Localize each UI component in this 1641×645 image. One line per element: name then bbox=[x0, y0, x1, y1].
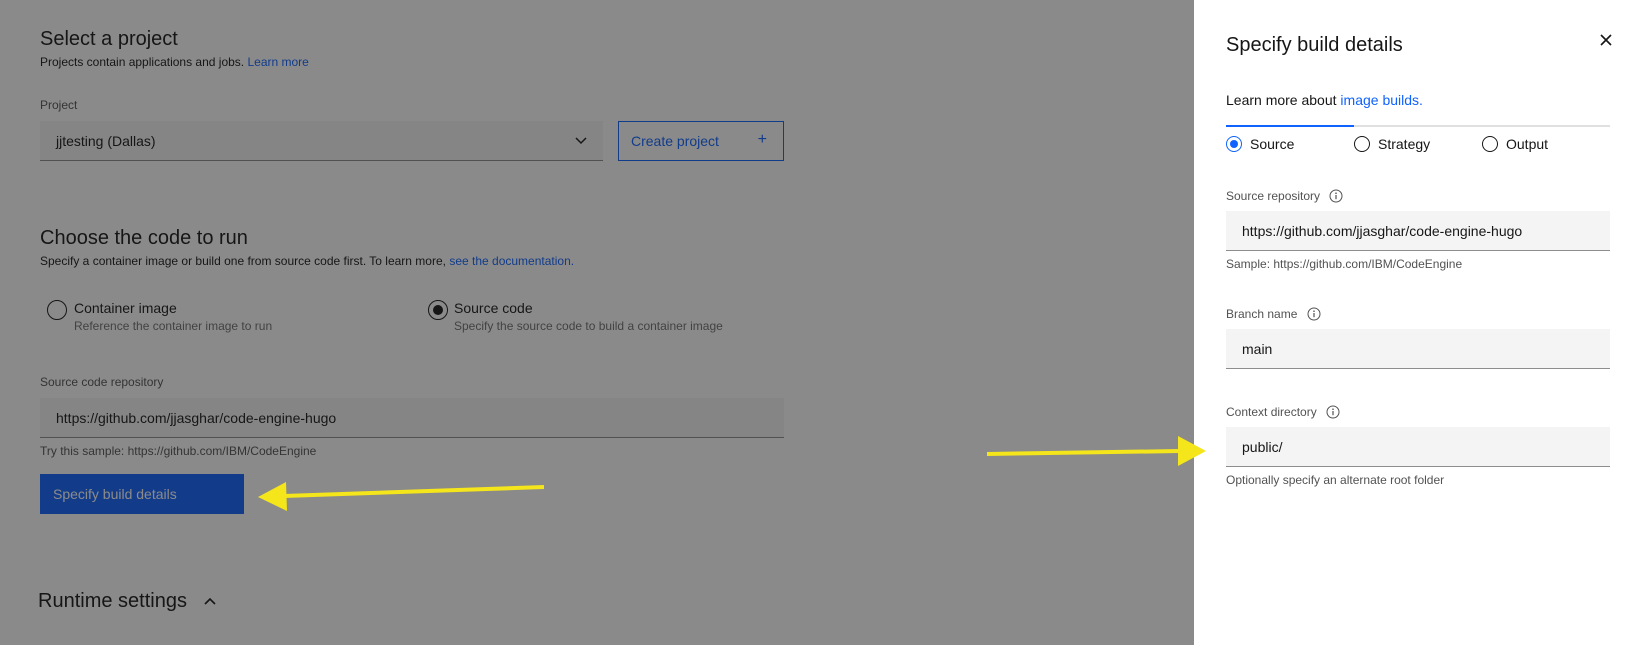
add-icon: + bbox=[757, 131, 767, 148]
runtime-settings-title: Runtime settings bbox=[38, 590, 187, 612]
panel-intro: Learn more about image builds. bbox=[1226, 92, 1423, 108]
source-repository-input[interactable]: https://github.com/jjasghar/code-engine-… bbox=[1226, 211, 1610, 251]
create-project-label: Create project bbox=[631, 133, 719, 149]
project-description-text: Projects contain applications and jobs. bbox=[40, 55, 245, 69]
context-directory-label-text: Context directory bbox=[1226, 405, 1317, 419]
source-code-title: Source code bbox=[454, 300, 533, 316]
project-select-value: jjtesting (Dallas) bbox=[56, 133, 156, 149]
close-icon[interactable] bbox=[1598, 32, 1614, 48]
branch-name-label-text: Branch name bbox=[1226, 307, 1298, 321]
code-section-title: Choose the code to run bbox=[40, 227, 248, 249]
project-section-title: Select a project bbox=[40, 28, 178, 50]
chevron-up-icon bbox=[203, 597, 216, 605]
context-directory-label: Context directory bbox=[1226, 405, 1340, 419]
source-repository-label-text: Source repository bbox=[1226, 189, 1321, 203]
source-repository-label: Source repository bbox=[1226, 189, 1343, 203]
context-directory-helper: Optionally specify an alternate root fol… bbox=[1226, 473, 1445, 487]
tab-active-indicator bbox=[1226, 125, 1354, 127]
info-icon[interactable] bbox=[1326, 405, 1340, 419]
tab-source-label[interactable]: Source bbox=[1250, 136, 1294, 152]
source-code-repo-input[interactable]: https://github.com/jjasghar/code-engine-… bbox=[40, 398, 784, 438]
learn-more-link[interactable]: Learn more bbox=[247, 55, 308, 69]
create-project-button[interactable]: Create project + bbox=[618, 121, 784, 161]
build-details-panel: Specify build details Learn more about i… bbox=[1194, 0, 1641, 645]
branch-name-label: Branch name bbox=[1226, 307, 1321, 321]
source-code-desc: Specify the source code to build a conta… bbox=[454, 319, 723, 333]
info-icon[interactable] bbox=[1329, 189, 1343, 203]
image-builds-link[interactable]: image builds. bbox=[1340, 92, 1423, 108]
create-app-form: Select a project Projects contain applic… bbox=[0, 0, 1194, 645]
branch-name-input[interactable]: main bbox=[1226, 329, 1610, 369]
info-icon[interactable] bbox=[1307, 307, 1321, 321]
tab-strategy-label[interactable]: Strategy bbox=[1378, 136, 1430, 152]
chevron-down-icon bbox=[575, 137, 587, 145]
source-repository-helper: Sample: https://github.com/IBM/CodeEngin… bbox=[1226, 257, 1463, 271]
tab-source-radio[interactable] bbox=[1226, 136, 1242, 152]
panel-intro-text: Learn more about bbox=[1226, 92, 1337, 108]
project-select[interactable]: jjtesting (Dallas) bbox=[40, 121, 603, 161]
project-section-description: Projects contain applications and jobs. … bbox=[40, 55, 309, 69]
code-section-description: Specify a container image or build one f… bbox=[40, 254, 574, 268]
runtime-settings-header[interactable]: Runtime settings bbox=[38, 590, 217, 613]
code-description-text: Specify a container image or build one f… bbox=[40, 254, 446, 268]
container-image-radio[interactable] bbox=[47, 300, 67, 320]
context-directory-input[interactable]: public/ bbox=[1226, 427, 1610, 467]
tab-strategy-radio[interactable] bbox=[1354, 136, 1370, 152]
project-label: Project bbox=[40, 98, 78, 112]
panel-title: Specify build details bbox=[1226, 34, 1403, 56]
source-code-repo-label: Source code repository bbox=[40, 375, 164, 389]
documentation-link[interactable]: see the documentation. bbox=[449, 254, 574, 268]
source-code-repo-helper: Try this sample: https://github.com/IBM/… bbox=[40, 444, 317, 458]
source-code-radio[interactable] bbox=[428, 300, 448, 320]
specify-build-details-button[interactable]: Specify build details bbox=[40, 474, 244, 514]
container-image-title: Container image bbox=[74, 300, 177, 316]
tab-output-label[interactable]: Output bbox=[1506, 136, 1548, 152]
tab-output-radio[interactable] bbox=[1482, 136, 1498, 152]
container-image-desc: Reference the container image to run bbox=[74, 319, 273, 333]
